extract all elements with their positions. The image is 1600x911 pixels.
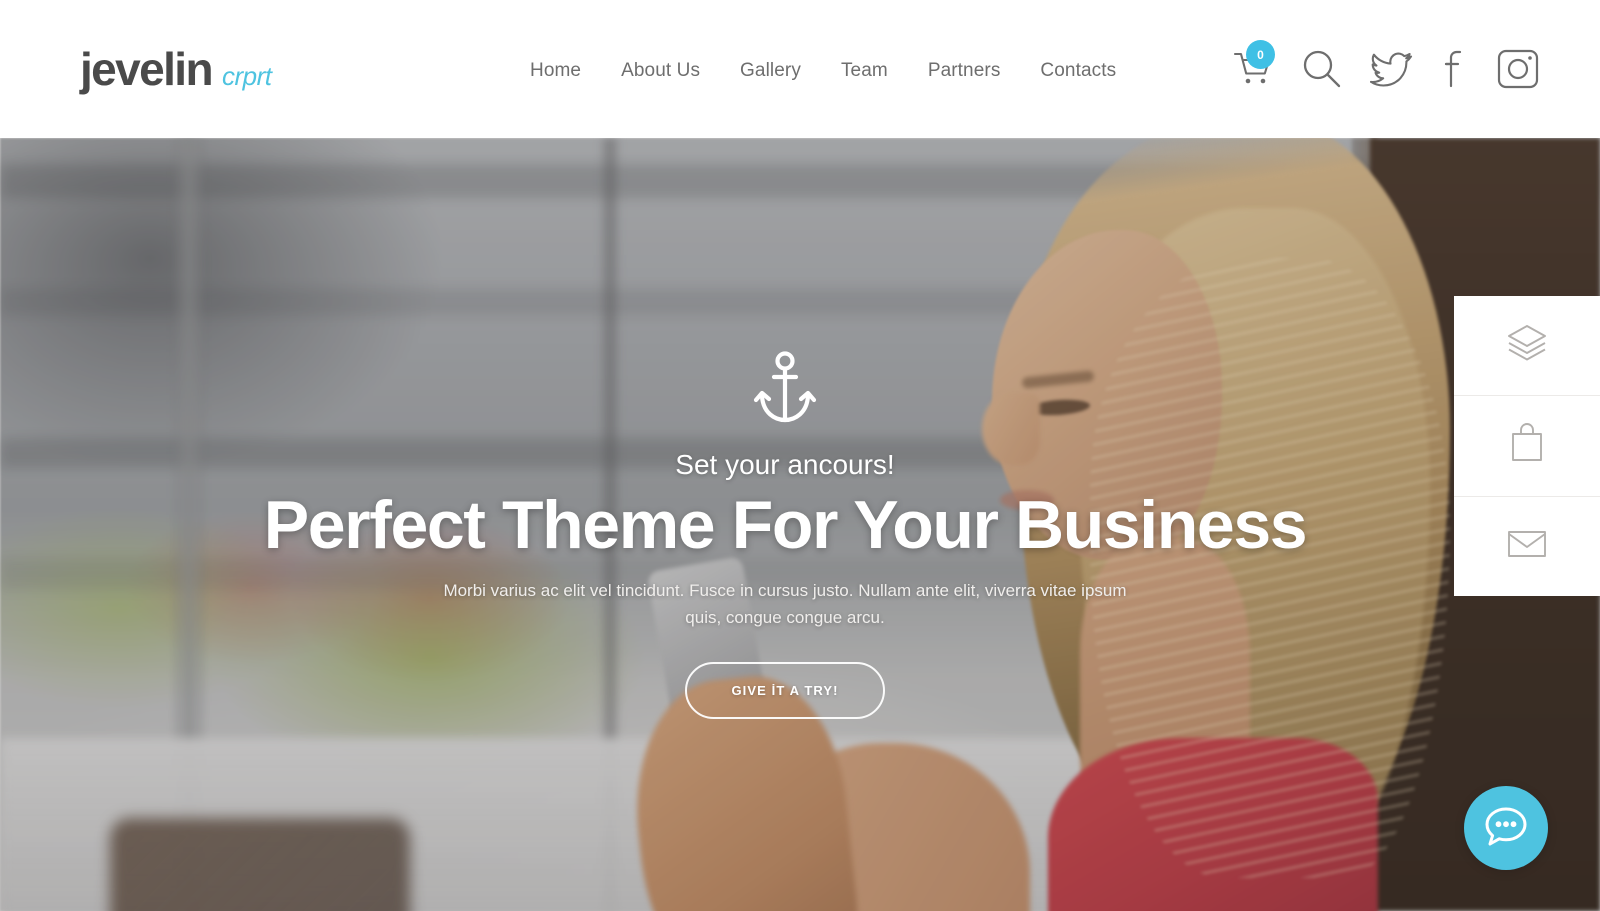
main-navigation: Home About Us Gallery Team Partners Cont… xyxy=(530,60,1116,82)
side-panel-item-contact[interactable] xyxy=(1454,495,1600,596)
layers-icon xyxy=(1506,323,1548,368)
nav-item-partners[interactable]: Partners xyxy=(928,60,1001,82)
hero-slider: Set your ancours! Perfect Theme For Your… xyxy=(0,138,1600,911)
nav-item-contacts[interactable]: Contacts xyxy=(1040,60,1116,82)
side-panel xyxy=(1454,296,1600,596)
hero-paragraph: Morbi varius ac elit vel tincidunt. Fusc… xyxy=(443,581,1127,628)
envelope-icon xyxy=(1506,528,1548,565)
chat-bubble-icon xyxy=(1483,804,1529,853)
anchor-icon xyxy=(749,350,821,431)
side-panel-item-layers[interactable] xyxy=(1454,296,1600,395)
chat-button[interactable] xyxy=(1464,786,1548,870)
shopping-bag-icon xyxy=(1509,423,1545,468)
logo-sub-text: crprt xyxy=(222,61,272,91)
logo[interactable]: jevelin crprt xyxy=(80,46,272,92)
cart-count-badge: 0 xyxy=(1246,40,1275,69)
nav-item-gallery[interactable]: Gallery xyxy=(740,60,801,82)
search-icon[interactable] xyxy=(1300,48,1344,90)
nav-item-team[interactable]: Team xyxy=(841,60,888,82)
hero-title: Perfect Theme For Your Business xyxy=(263,487,1308,563)
hero-content: Set your ancours! Perfect Theme For Your… xyxy=(0,138,1570,911)
twitter-icon[interactable] xyxy=(1369,49,1414,89)
give-it-a-try-button[interactable]: GIVE İT A TRY! xyxy=(685,661,885,719)
facebook-icon[interactable] xyxy=(1440,48,1470,90)
logo-main-text: jevelin xyxy=(80,43,214,95)
hero-subtitle: Set your ancours! xyxy=(675,449,895,480)
nav-item-home[interactable]: Home xyxy=(530,60,581,82)
header-icon-group: 0 xyxy=(1232,40,1540,90)
side-panel-item-shop[interactable] xyxy=(1454,395,1600,495)
nav-item-about-us[interactable]: About Us xyxy=(621,60,700,82)
cart-icon[interactable]: 0 xyxy=(1232,40,1275,89)
instagram-icon[interactable] xyxy=(1496,48,1540,90)
site-header: jevelin crprt Home About Us Gallery Team… xyxy=(0,0,1600,138)
